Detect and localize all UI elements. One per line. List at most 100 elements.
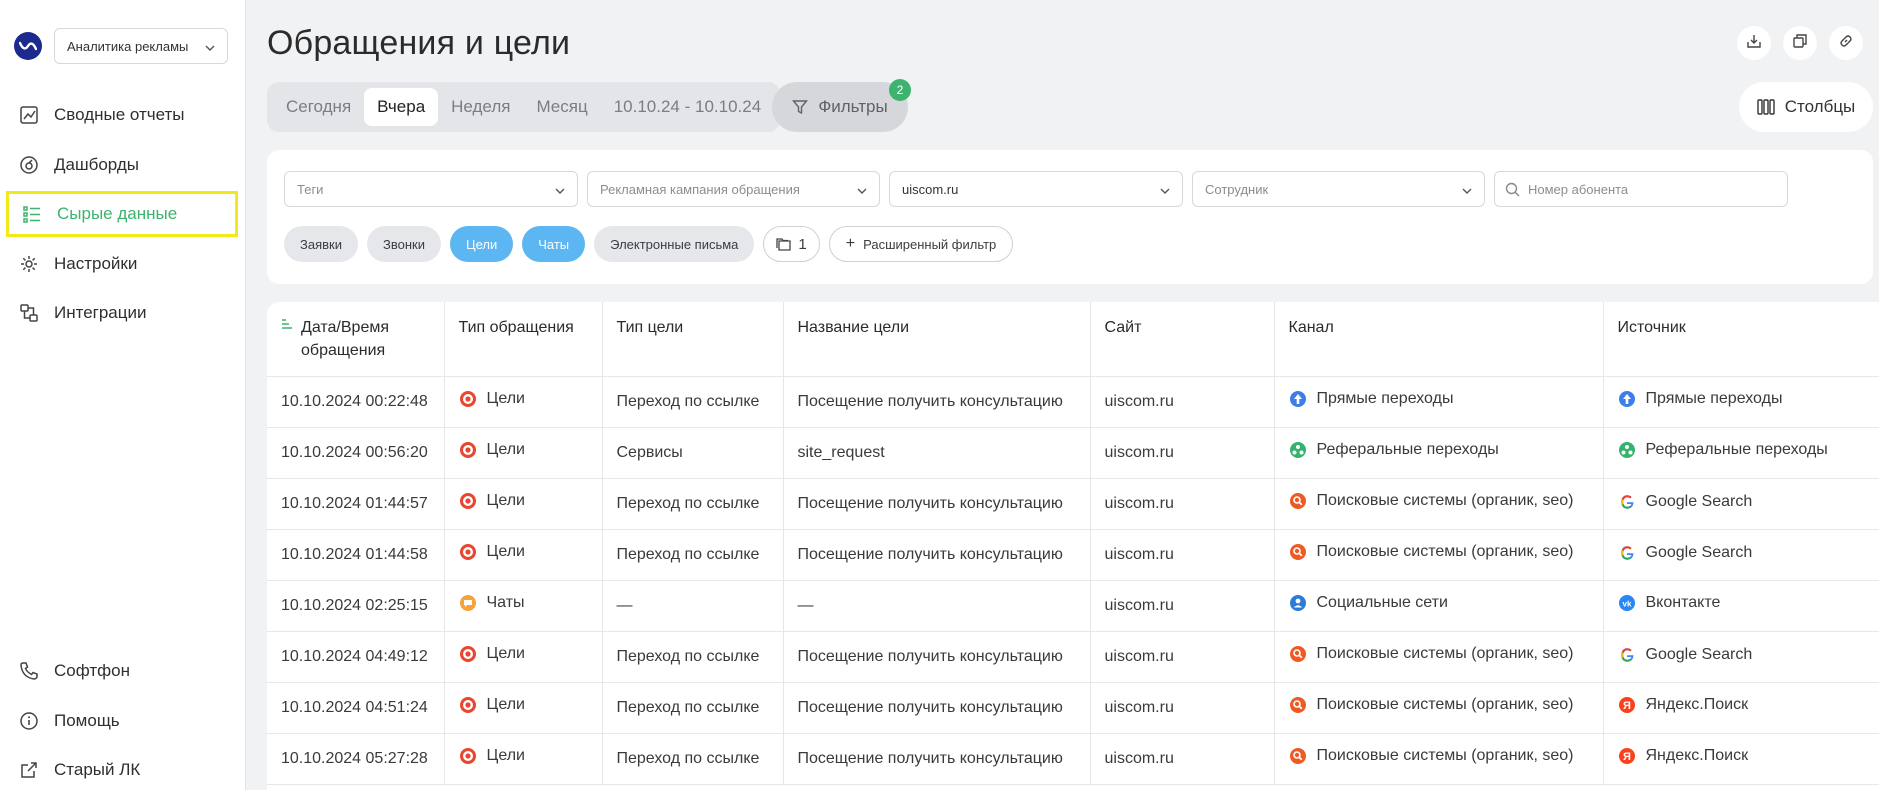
svg-text:vk: vk bbox=[1622, 599, 1631, 608]
sidebar-item-old-cabinet[interactable]: Старый ЛК bbox=[6, 747, 238, 790]
period-switcher: Сегодня Вчера Неделя Месяц 10.10.24 - 10… bbox=[267, 82, 781, 132]
advanced-filter-button[interactable]: + Расширенный фильтр bbox=[828, 226, 1014, 262]
filters-label: Фильтры bbox=[818, 97, 888, 116]
search-engine-icon bbox=[1289, 492, 1307, 510]
cell-source: Я Яндекс.Поиск bbox=[1603, 682, 1879, 734]
search-icon bbox=[1505, 182, 1520, 197]
sidebar-item-settings[interactable]: Настройки bbox=[6, 241, 238, 287]
cell-type-label: Цели bbox=[486, 543, 525, 560]
table-row[interactable]: 10.10.2024 00:56:20 Цели Сервисы site_reque… bbox=[267, 427, 1879, 479]
col-header-datetime[interactable]: Дата/Время обращения bbox=[267, 302, 445, 377]
sidebar-item-raw-data[interactable]: Сырые данные bbox=[6, 191, 238, 237]
period-yesterday[interactable]: Вчера bbox=[364, 88, 439, 126]
chip-requests[interactable]: Заявки bbox=[284, 226, 358, 262]
link-icon bbox=[1838, 33, 1854, 54]
cell-goal-name: Посещение получить консультацию bbox=[783, 733, 1091, 785]
chip-emails[interactable]: Электронные письма bbox=[594, 226, 755, 262]
referral-icon bbox=[1289, 441, 1307, 459]
logo-icon[interactable] bbox=[14, 32, 42, 60]
sidebar-item-help[interactable]: Помощь bbox=[6, 698, 238, 744]
cell-channel-label: Поисковые системы (органик, seo) bbox=[1316, 696, 1574, 713]
cell-source: Прямые переходы bbox=[1603, 376, 1879, 428]
cell-source: Google Search bbox=[1603, 478, 1879, 530]
table-row[interactable]: 10.10.2024 04:49:12 Цели Переход по ссылке… bbox=[267, 631, 1879, 683]
col-header-channel[interactable]: Канал bbox=[1274, 302, 1604, 377]
sidebar-item-integrations[interactable]: Интеграции bbox=[6, 290, 238, 336]
cell-source: Я Яндекс.Поиск bbox=[1603, 733, 1879, 785]
cell-source-label: Яндекс.Поиск bbox=[1645, 747, 1749, 764]
cell-channel-label: Реферальные переходы bbox=[1316, 441, 1499, 458]
goal-icon bbox=[459, 696, 477, 714]
goal-icon bbox=[459, 543, 477, 561]
cell-datetime: 10.10.2024 05:27:28 bbox=[267, 733, 445, 785]
col-header-site[interactable]: Сайт bbox=[1090, 302, 1275, 377]
col-header-goal-name[interactable]: Название цели bbox=[783, 302, 1091, 377]
columns-button[interactable]: Столбцы bbox=[1739, 82, 1873, 132]
cell-channel-label: Социальные сети bbox=[1316, 594, 1448, 611]
sidebar-item-label: Старый ЛК bbox=[54, 760, 141, 779]
columns-icon bbox=[1757, 99, 1775, 115]
period-custom-range[interactable]: 10.10.24 - 10.10.24 bbox=[601, 88, 774, 126]
filters-button[interactable]: Фильтры 2 bbox=[772, 79, 911, 132]
period-week[interactable]: Неделя bbox=[438, 88, 523, 126]
table-row[interactable]: 10.10.2024 01:44:58 Цели Переход по ссылке… bbox=[267, 529, 1879, 581]
period-today[interactable]: Сегодня bbox=[273, 88, 364, 126]
campaign-dropdown[interactable]: Рекламная кампания обращения bbox=[587, 171, 880, 207]
cell-goal-type: — bbox=[602, 580, 784, 632]
cell-channel: Прямые переходы bbox=[1274, 376, 1604, 428]
plus-icon: + bbox=[845, 235, 856, 252]
sidebar-item-softphone[interactable]: Софтфон bbox=[6, 648, 238, 694]
cell-channel: Поисковые системы (органик, seo) bbox=[1274, 478, 1604, 530]
cell-type: Цели bbox=[444, 631, 603, 683]
period-month[interactable]: Месяц bbox=[523, 88, 600, 126]
sidebar-item-summary-reports[interactable]: Сводные отчеты bbox=[6, 92, 238, 138]
cell-type: Цели bbox=[444, 478, 603, 530]
cell-goal-name: — bbox=[783, 580, 1091, 632]
chip-calls[interactable]: Звонки bbox=[366, 226, 441, 262]
table-row[interactable]: 10.10.2024 00:22:48 Цели Переход по ссылке… bbox=[267, 376, 1879, 428]
cell-type-label: Чаты bbox=[486, 594, 525, 611]
subscriber-search-input[interactable]: Номер абонента bbox=[1494, 171, 1788, 207]
cell-type-label: Цели bbox=[486, 696, 525, 713]
download-button[interactable] bbox=[1737, 26, 1771, 60]
folder-icon bbox=[776, 237, 792, 251]
col-header-type[interactable]: Тип обращения bbox=[444, 302, 603, 377]
vk-icon: vk bbox=[1618, 594, 1636, 612]
cell-datetime: 10.10.2024 00:22:48 bbox=[267, 376, 445, 428]
cell-source: Google Search bbox=[1603, 631, 1879, 683]
cell-type: Чаты bbox=[444, 580, 603, 632]
sidebar-nav: Сводные отчеты Дашборды Сырые данные Нас… bbox=[6, 92, 238, 340]
sort-icon[interactable] bbox=[281, 318, 293, 330]
cell-goal-type: Переход по ссылке bbox=[602, 376, 784, 428]
tags-dropdown[interactable]: Теги bbox=[284, 171, 578, 207]
saved-filters-button[interactable]: 1 bbox=[763, 226, 820, 262]
cell-channel: Поисковые системы (органик, seo) bbox=[1274, 631, 1604, 683]
table-row[interactable]: 10.10.2024 01:44:57 Цели Переход по ссылке… bbox=[267, 478, 1879, 530]
site-dropdown[interactable]: uiscom.ru bbox=[889, 171, 1183, 207]
cell-source-label: Google Search bbox=[1645, 543, 1753, 561]
goal-icon bbox=[459, 747, 477, 765]
employee-dropdown[interactable]: Сотрудник bbox=[1192, 171, 1485, 207]
sidebar-item-dashboards[interactable]: Дашборды bbox=[6, 142, 238, 188]
raw-data-icon bbox=[21, 203, 43, 225]
cell-channel-label: Поисковые системы (органик, seo) bbox=[1316, 543, 1574, 560]
col-header-goal-type[interactable]: Тип цели bbox=[602, 302, 784, 377]
cell-datetime: 10.10.2024 04:51:24 bbox=[267, 682, 445, 734]
table-row[interactable]: 10.10.2024 04:51:24 Цели Переход по ссылке… bbox=[267, 682, 1879, 734]
cell-type: Цели bbox=[444, 427, 603, 479]
col-header-source[interactable]: Источник bbox=[1603, 302, 1879, 377]
chevron-down-icon bbox=[857, 182, 867, 197]
table-row[interactable]: 10.10.2024 02:25:15 Чаты — — uiscom.ru Социал… bbox=[267, 580, 1879, 632]
chip-chats[interactable]: Чаты bbox=[522, 226, 586, 262]
cell-type-label: Цели bbox=[486, 492, 525, 509]
cell-goal-name: site_request bbox=[783, 427, 1091, 479]
product-select[interactable]: Аналитика рекламы bbox=[54, 28, 228, 64]
table-row[interactable]: 10.10.2024 05:27:28 Цели Переход по ссылке… bbox=[267, 733, 1879, 785]
sidebar-bottom-nav: Софтфон Помощь Старый ЛК bbox=[6, 648, 238, 790]
copy-button[interactable] bbox=[1783, 26, 1817, 60]
cell-site: uiscom.ru bbox=[1090, 376, 1275, 428]
share-link-button[interactable] bbox=[1829, 26, 1863, 60]
copy-icon bbox=[1792, 33, 1808, 54]
chip-goals[interactable]: Цели bbox=[449, 226, 514, 262]
direct-icon bbox=[1289, 390, 1307, 408]
